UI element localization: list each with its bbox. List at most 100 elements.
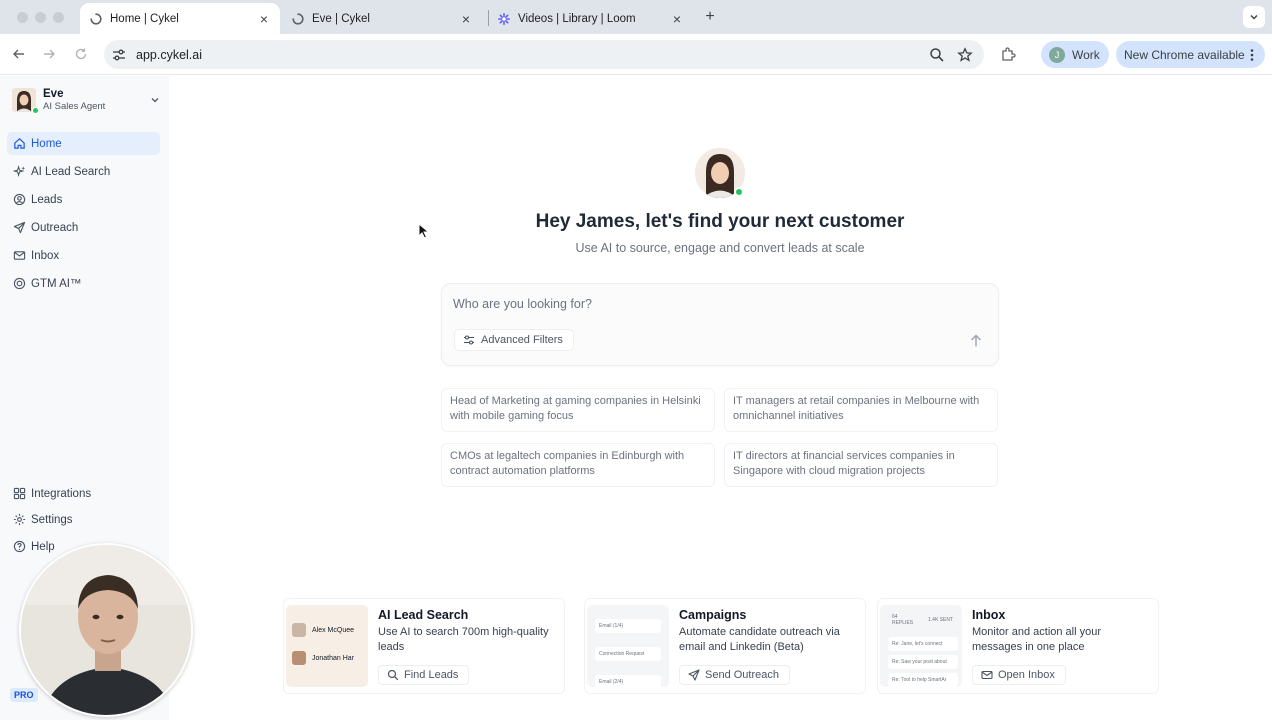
chrome-update-button[interactable]: New Chrome available	[1116, 41, 1265, 68]
reload-icon[interactable]	[72, 45, 90, 63]
send-outreach-button[interactable]: Send Outreach	[679, 665, 790, 685]
sidebar-item-label: Integrations	[31, 487, 92, 500]
preview-row-text: Re: Saw your post about	[892, 659, 947, 665]
agent-name: Eve	[43, 88, 64, 100]
preview-row-text: Email (1/4)	[599, 623, 624, 629]
browser-tab-eve[interactable]: Eve | Cykel ×	[282, 3, 482, 34]
loading-spinner-icon	[90, 12, 102, 25]
agent-switcher[interactable]: Eve AI Sales Agent	[12, 88, 162, 114]
mail-icon	[13, 251, 26, 260]
grid-icon	[13, 487, 26, 500]
browser-toolbar: app.cykel.ai J Work New Chrome available	[0, 34, 1272, 75]
feature-preview-image: 64 REPLIES 1.4K SENT Re: Jane, let's con…	[880, 605, 962, 687]
window-minimize-control[interactable]	[35, 12, 46, 23]
search-suggestion[interactable]: CMOs at legaltech companies in Edinburgh…	[441, 443, 715, 487]
tab-search-chevron-icon[interactable]	[1243, 6, 1265, 28]
preview-row: Re: Tool to help SmartAr	[888, 673, 958, 687]
lead-search-input[interactable]	[453, 294, 953, 314]
tab-title: Home | Cykel	[110, 12, 179, 25]
pro-badge: PRO	[10, 688, 38, 702]
close-tab-icon[interactable]: ×	[669, 11, 685, 27]
preview-row-text: 64 REPLIES	[892, 614, 914, 626]
preview-row-text: Re: Tool to help SmartAr	[892, 677, 947, 683]
sidebar-item-inbox[interactable]: Inbox	[7, 244, 160, 267]
feature-card-inbox[interactable]: 64 REPLIES 1.4K SENT Re: Jane, let's con…	[877, 598, 1159, 694]
sidebar-item-outreach[interactable]: Outreach	[7, 216, 160, 239]
gear-icon	[13, 513, 26, 526]
advanced-filters-button[interactable]: Advanced Filters	[454, 329, 574, 351]
browser-tab-loom[interactable]: Videos | Library | Loom ×	[488, 3, 693, 34]
sidebar-item-leads[interactable]: Leads	[7, 188, 160, 211]
close-tab-icon[interactable]: ×	[458, 11, 474, 27]
sidebar-item-gtm-ai[interactable]: GTM AI™	[7, 272, 160, 295]
search-suggestion[interactable]: IT directors at financial services compa…	[724, 443, 998, 487]
preview-row: Email (2/4)	[595, 675, 661, 687]
loading-spinner-icon	[292, 12, 304, 25]
lead-avatar	[292, 623, 306, 637]
sidebar-item-label: Settings	[31, 513, 73, 526]
search-suggestion[interactable]: Head of Marketing at gaming companies in…	[441, 388, 715, 432]
preview-row: Email (1/4)	[595, 619, 661, 633]
window-zoom-control[interactable]	[53, 12, 64, 23]
preview-row-text: Jonathan Har	[312, 654, 355, 662]
lead-avatar	[292, 651, 306, 665]
find-leads-button[interactable]: Find Leads	[378, 665, 470, 685]
feature-title: AI Lead Search	[378, 608, 469, 622]
sidebar-item-label: GTM AI™	[31, 277, 82, 290]
feature-description: Use AI to search 700m high-quality leads	[378, 626, 549, 653]
open-inbox-button[interactable]: Open Inbox	[972, 665, 1066, 685]
sidebar-item-settings[interactable]: Settings	[7, 508, 160, 531]
send-icon	[13, 221, 26, 234]
target-icon	[13, 277, 26, 290]
new-tab-plus-icon[interactable]: +	[700, 7, 720, 27]
sidebar-item-label: Home	[31, 137, 62, 150]
preview-row-text: Re: Jane, let's connect	[892, 641, 943, 647]
sidebar-item-label: Leads	[31, 193, 63, 206]
window-close-control[interactable]	[17, 12, 28, 23]
close-tab-icon[interactable]: ×	[256, 11, 272, 27]
back-arrow-icon[interactable]	[10, 45, 28, 63]
sidebar-item-ai-lead-search[interactable]: AI Lead Search	[7, 160, 160, 183]
send-icon	[688, 669, 700, 681]
open-inbox-label: Open Inbox	[998, 669, 1055, 681]
arrow-up-icon	[971, 334, 981, 347]
search-suggestion[interactable]: IT managers at retail companies in Melbo…	[724, 388, 998, 432]
bookmark-star-icon[interactable]	[957, 47, 973, 63]
sidebar-item-label: Outreach	[31, 221, 79, 234]
address-bar[interactable]: app.cykel.ai	[104, 40, 984, 69]
tab-title: Eve | Cykel	[312, 12, 370, 25]
user-circle-icon	[13, 193, 26, 206]
preview-row: Jonathan Har	[292, 649, 354, 667]
sidebar-item-home[interactable]: Home	[7, 132, 160, 155]
zoom-magnifier-icon[interactable]	[929, 47, 945, 63]
send-outreach-label: Send Outreach	[705, 669, 779, 681]
help-icon	[13, 540, 26, 553]
loom-logo-icon	[498, 12, 510, 25]
sidebar-item-integrations[interactable]: Integrations	[7, 482, 160, 505]
advanced-filters-label: Advanced Filters	[481, 334, 563, 346]
browser-tab-home[interactable]: Home | Cykel ×	[80, 3, 280, 34]
kebab-menu-icon[interactable]	[1245, 48, 1259, 62]
preview-row: Re: Saw your post about	[888, 655, 958, 669]
url-text: app.cykel.ai	[136, 47, 203, 62]
search-icon	[387, 669, 399, 681]
preview-row: Connection Request	[595, 647, 661, 661]
profile-chip[interactable]: J Work	[1041, 41, 1109, 68]
online-status-dot	[734, 187, 744, 197]
feature-card-ai-lead-search[interactable]: Alex McQuee Jonathan Har AI Lead Search …	[283, 598, 565, 694]
chevron-down-icon[interactable]	[149, 94, 161, 106]
mail-icon	[981, 670, 993, 680]
feature-title: Campaigns	[679, 608, 747, 622]
site-settings-icon[interactable]	[112, 48, 126, 62]
preview-row: 64 REPLIES	[888, 613, 918, 627]
tab-title: Videos | Library | Loom	[518, 12, 636, 25]
webcam-bubble[interactable]	[19, 543, 193, 717]
feature-card-campaigns[interactable]: Email (1/4) Connection Request Email (2/…	[584, 598, 866, 694]
feature-description: Monitor and action all your messages in …	[972, 626, 1102, 653]
submit-search-button[interactable]	[966, 331, 986, 351]
extensions-puzzle-icon[interactable]	[1000, 46, 1016, 62]
forward-arrow-icon[interactable]	[40, 45, 58, 63]
filter-sliders-icon	[464, 335, 474, 345]
page-subheadline: Use AI to source, engage and convert lea…	[575, 241, 865, 255]
preview-row-text: Email (2/4)	[599, 679, 624, 685]
